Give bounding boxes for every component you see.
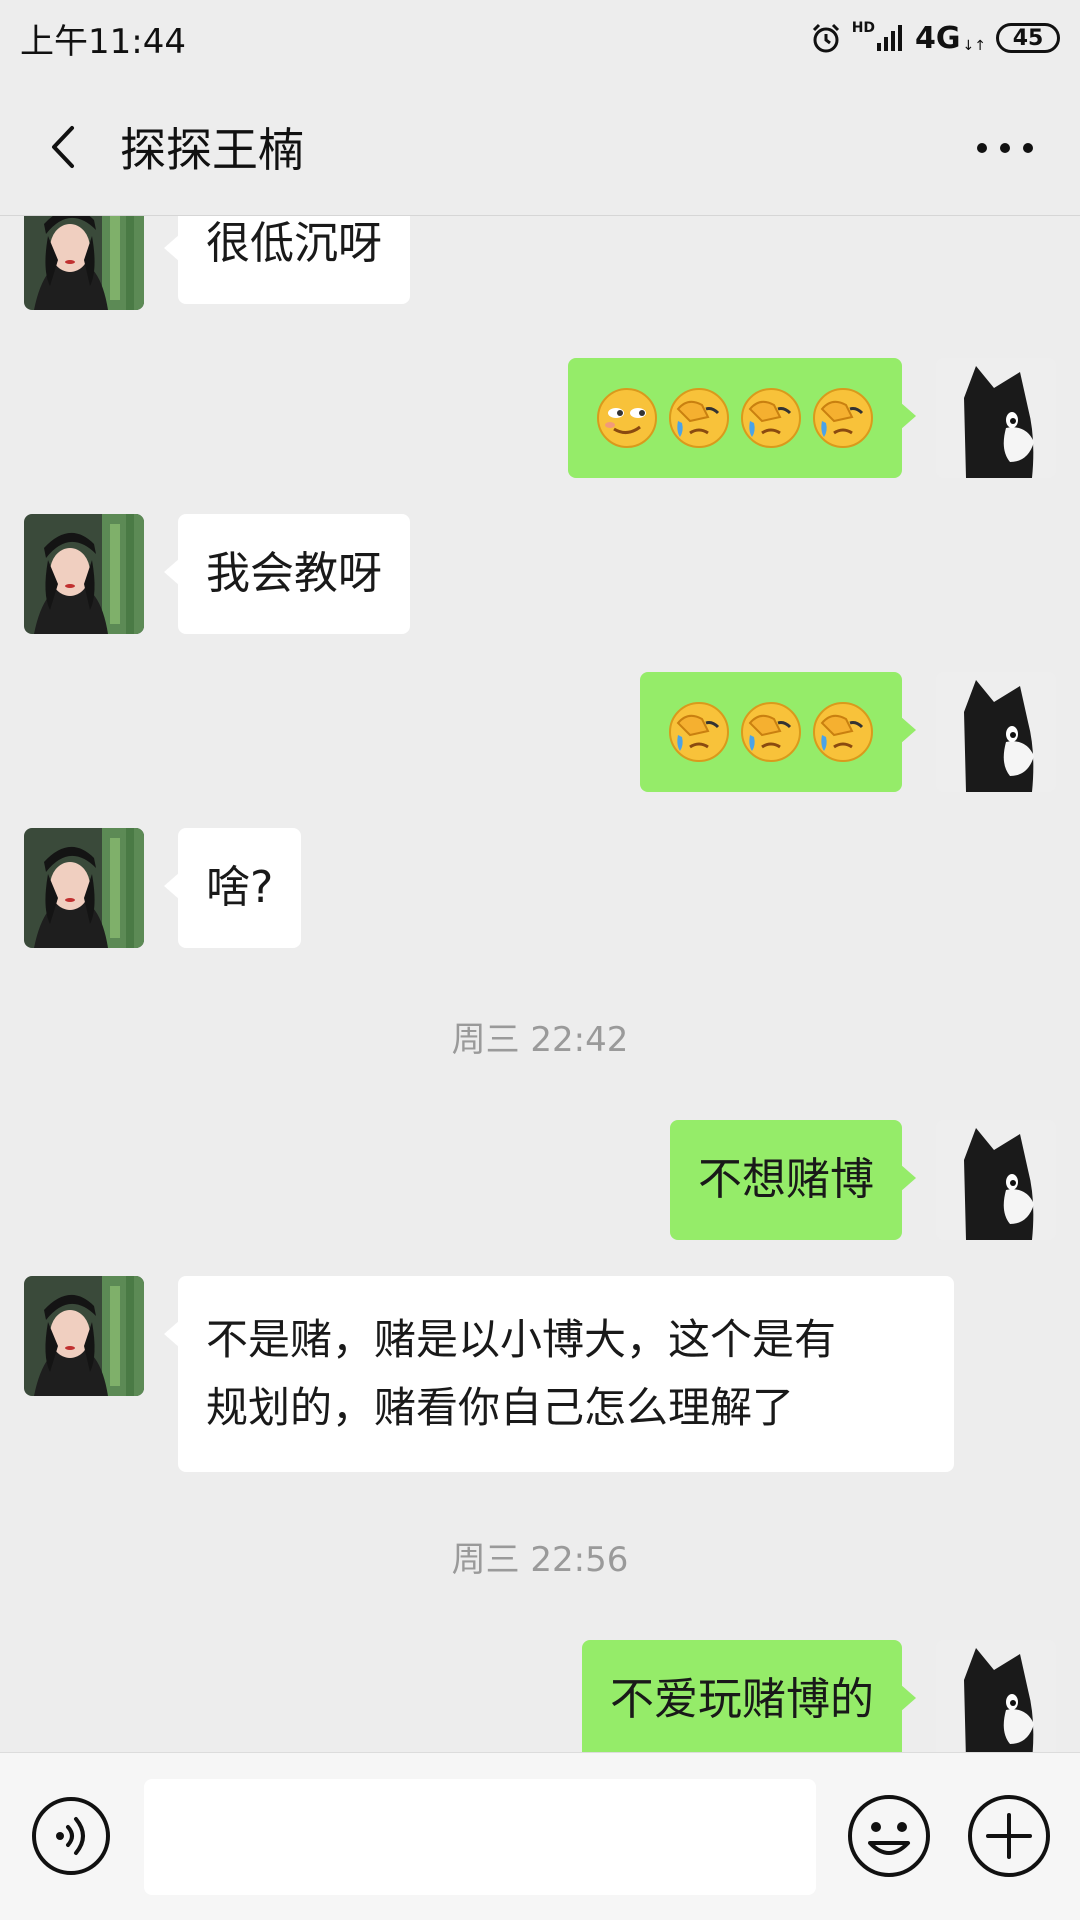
input-bar bbox=[0, 1752, 1080, 1920]
message-text: 很低沉呀 bbox=[206, 218, 382, 269]
message-list[interactable]: 很低沉呀 我会教呀 啥? 周三 22:42 不想赌博 不是赌，赌是以小博大，这个… bbox=[0, 216, 1080, 1752]
message-text: 不想赌博 bbox=[698, 1154, 874, 1205]
plus-icon[interactable] bbox=[966, 1793, 1052, 1879]
facepalm-cry-emoji-icon bbox=[741, 702, 801, 762]
message-input[interactable] bbox=[144, 1779, 816, 1895]
chevron-left-icon[interactable] bbox=[40, 122, 90, 172]
message-text-line: 规划的，赌看你自己怎么理解了 bbox=[206, 1383, 795, 1432]
alarm-icon bbox=[812, 23, 839, 53]
hd-label: HD bbox=[851, 20, 876, 36]
contact-avatar[interactable] bbox=[24, 1276, 144, 1396]
chat-title: 探探王楠 bbox=[120, 123, 304, 177]
message-bubble[interactable]: 不想赌博 bbox=[670, 1120, 916, 1240]
emoji-icon[interactable] bbox=[846, 1793, 932, 1879]
contact-avatar[interactable] bbox=[24, 216, 144, 310]
message-text: 啥? bbox=[206, 862, 274, 913]
message-bubble[interactable]: 不爱玩赌博的 bbox=[582, 1640, 916, 1752]
chat-screen: 上午11:44 HD 4G ↓↑ 45 探探王楠 很低沉呀 我会教呀 啥? 周三… bbox=[0, 0, 1080, 1920]
status-time: 上午11:44 bbox=[20, 22, 186, 62]
chat-header: 探探王楠 bbox=[0, 78, 1080, 216]
battery-level: 45 bbox=[1012, 25, 1044, 51]
facepalm-cry-emoji-icon bbox=[669, 702, 729, 762]
signal-icon bbox=[877, 25, 903, 51]
facepalm-cry-emoji-icon bbox=[813, 388, 873, 448]
self-avatar[interactable] bbox=[936, 672, 1056, 792]
more-dots-icon[interactable] bbox=[970, 128, 1040, 168]
contact-avatar[interactable] bbox=[24, 514, 144, 634]
message-text-line: 不是赌，赌是以小博大，这个是有 bbox=[206, 1315, 837, 1364]
facepalm-cry-emoji-icon bbox=[741, 388, 801, 448]
message-timestamp: 周三 22:56 bbox=[451, 1540, 629, 1580]
message-bubble[interactable] bbox=[640, 672, 916, 792]
network-type: 4G bbox=[915, 20, 961, 56]
self-avatar[interactable] bbox=[936, 358, 1056, 478]
facepalm-cry-emoji-icon bbox=[669, 388, 729, 448]
facepalm-cry-emoji-icon bbox=[813, 702, 873, 762]
message-bubble[interactable]: 我会教呀 bbox=[164, 514, 410, 634]
emoji-group bbox=[668, 700, 874, 764]
smirk-emoji-icon bbox=[597, 388, 657, 448]
message-bubble[interactable]: 不是赌，赌是以小博大，这个是有 规划的，赌看你自己怎么理解了 bbox=[164, 1276, 954, 1472]
self-avatar[interactable] bbox=[936, 1640, 1056, 1752]
emoji-group bbox=[596, 386, 874, 450]
message-text: 我会教呀 bbox=[206, 548, 382, 599]
message-bubble[interactable] bbox=[568, 358, 916, 478]
status-bar: 上午11:44 HD 4G ↓↑ 45 bbox=[0, 0, 1080, 78]
voice-icon[interactable] bbox=[30, 1795, 112, 1877]
message-bubble[interactable]: 很低沉呀 bbox=[164, 216, 410, 304]
message-bubble[interactable]: 啥? bbox=[163, 828, 302, 948]
contact-avatar[interactable] bbox=[24, 828, 144, 948]
self-avatar[interactable] bbox=[936, 1120, 1056, 1240]
status-icons: HD 4G ↓↑ 45 bbox=[810, 14, 1060, 62]
data-arrows: ↓↑ bbox=[962, 38, 986, 54]
battery-icon: 45 bbox=[996, 23, 1060, 53]
message-text: 不爱玩赌博的 bbox=[610, 1674, 874, 1725]
message-timestamp: 周三 22:42 bbox=[451, 1020, 629, 1060]
